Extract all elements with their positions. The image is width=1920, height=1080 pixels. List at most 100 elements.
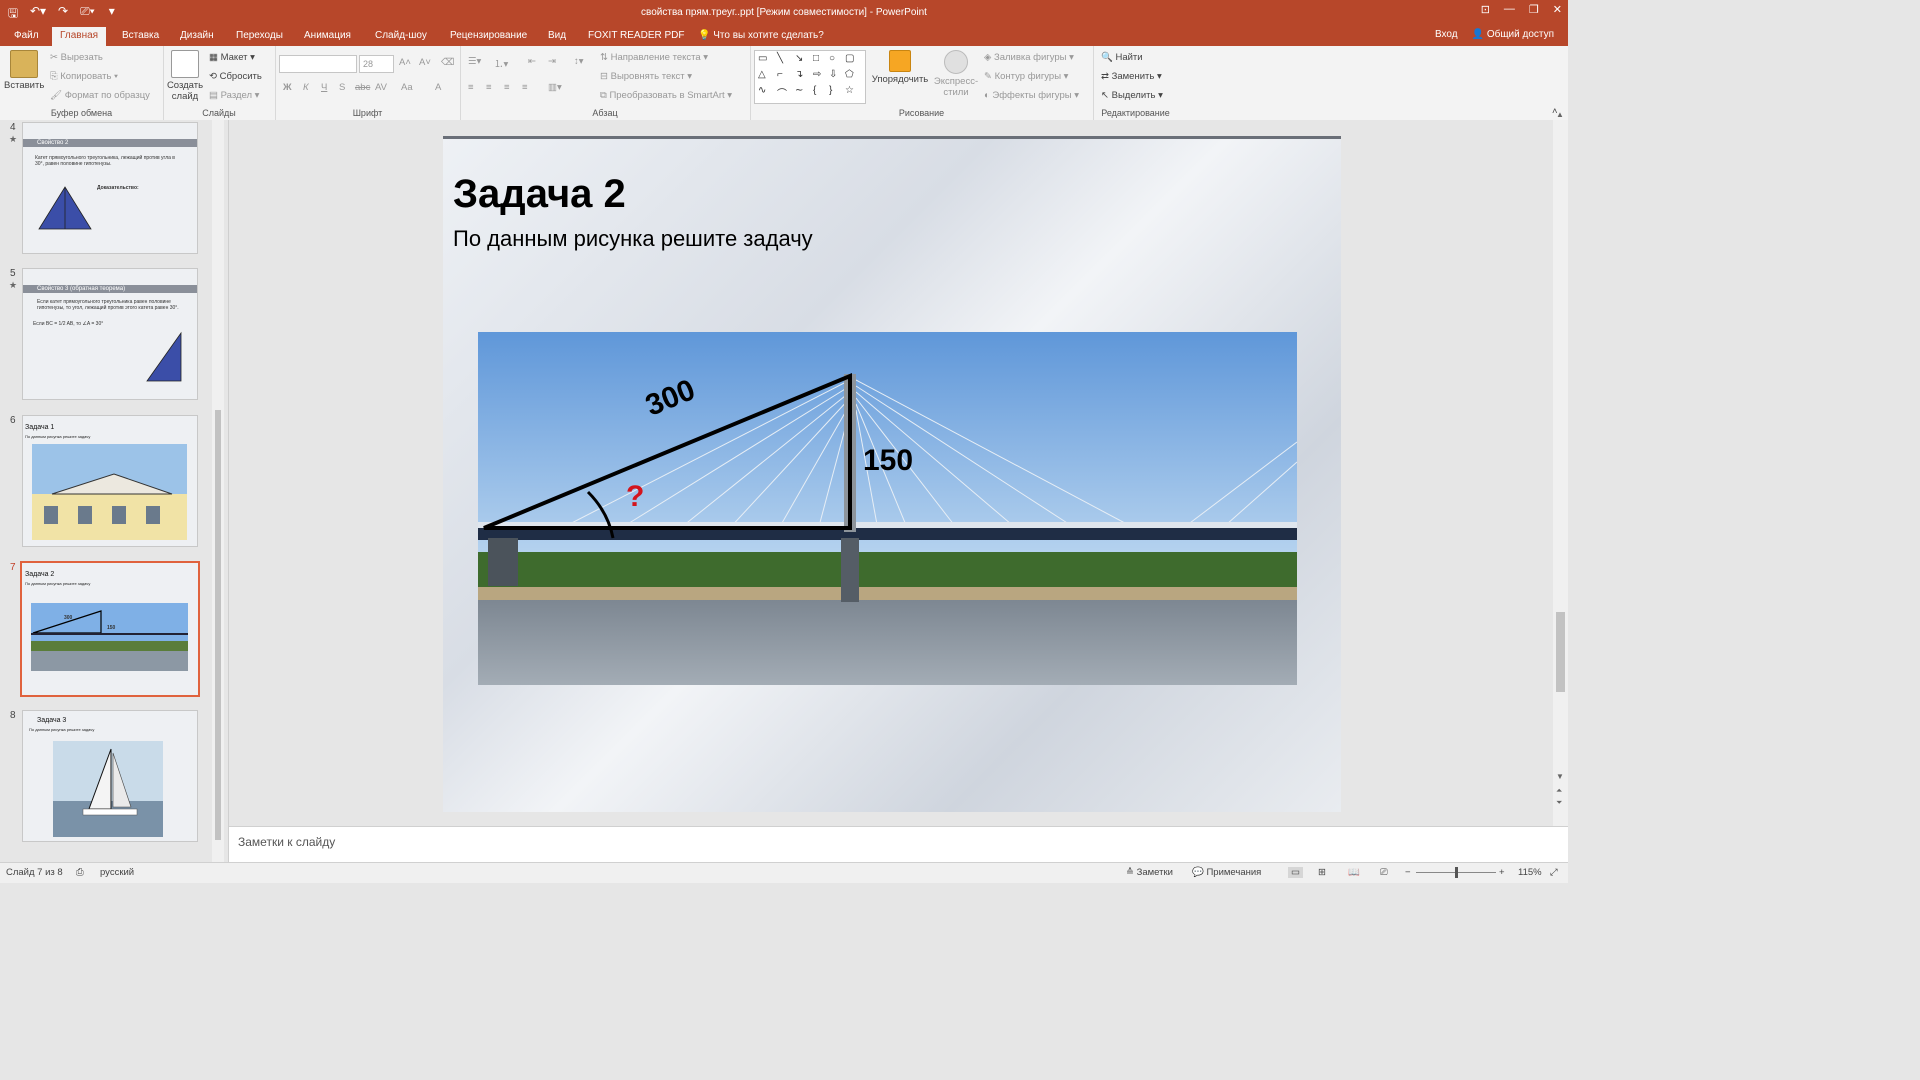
slide-thumbnail-4[interactable]: Свойство 2 Катет прямоугольного треуголь…: [22, 122, 198, 254]
numbering-icon[interactable]: ⒈▾: [494, 56, 508, 70]
cut-button[interactable]: ✂ Вырезать: [50, 52, 103, 63]
bullets-icon[interactable]: ☰▾: [468, 56, 481, 67]
tab-view[interactable]: Вид: [540, 29, 574, 46]
shape-outline-button[interactable]: ✎ Контур фигуры ▾: [984, 71, 1068, 82]
scroll-down-icon[interactable]: ▼: [1556, 772, 1564, 781]
wave-shape-icon[interactable]: ∼: [795, 85, 803, 96]
align-left-icon[interactable]: ≡: [468, 82, 474, 93]
thumbnail-scroll-thumb[interactable]: [215, 410, 221, 840]
align-text-button[interactable]: ⊟ Выровнять текст ▾: [600, 71, 692, 82]
zoom-slider-thumb[interactable]: [1455, 867, 1458, 878]
curve-shape-icon[interactable]: ∿: [758, 85, 766, 96]
strikethrough-button[interactable]: abc: [355, 82, 370, 93]
quick-styles-button[interactable]: Экспресс- стили: [928, 50, 984, 98]
font-name-box[interactable]: [279, 55, 357, 73]
underline-button[interactable]: Ч: [321, 82, 327, 93]
notes-placeholder[interactable]: Заметки к слайду: [238, 835, 335, 849]
format-painter-button[interactable]: 🖌 Формат по образцу: [50, 90, 150, 101]
question-mark[interactable]: ?: [626, 480, 644, 514]
line-spacing-icon[interactable]: ↕▾: [574, 56, 584, 67]
slide-scrollbar[interactable]: ▲ ▼ ⏶ ⏷: [1553, 110, 1568, 826]
italic-button[interactable]: К: [303, 82, 309, 93]
thumbnail-scrollbar[interactable]: [212, 120, 224, 862]
fit-slide-icon[interactable]: ⤢: [1550, 867, 1558, 878]
arc-shape-icon[interactable]: ⌒: [777, 85, 787, 100]
section-button[interactable]: ▤ Раздел ▾: [209, 90, 259, 101]
textbox-shape-icon[interactable]: ▭: [758, 53, 767, 64]
triangle-shape-icon[interactable]: △: [758, 69, 766, 80]
shadow-button[interactable]: S: [339, 82, 345, 93]
slide-subtitle[interactable]: По данным рисунка решите задачу: [453, 226, 813, 252]
slide-scroll-thumb[interactable]: [1556, 612, 1565, 692]
oval-shape-icon[interactable]: ○: [829, 53, 835, 64]
restore-icon[interactable]: ❐: [1529, 3, 1539, 16]
slide-title[interactable]: Задача 2: [453, 172, 626, 217]
text-direction-button[interactable]: ⇅ Направление текста ▾: [600, 52, 708, 63]
tab-home[interactable]: Главная: [52, 27, 107, 46]
arrange-button[interactable]: Упорядочить: [868, 50, 932, 85]
new-slide-button[interactable]: Создать слайд: [165, 50, 205, 102]
minimize-icon[interactable]: —: [1504, 3, 1515, 16]
sign-in-link[interactable]: Вход: [1435, 29, 1458, 40]
leg-label[interactable]: 150: [863, 444, 913, 478]
shape-fill-button[interactable]: ◈ Заливка фигуры ▾: [984, 52, 1074, 63]
slide-thumbnail-7[interactable]: Задача 2 По данным рисунка решите задачу…: [20, 561, 200, 697]
tab-slideshow[interactable]: Слайд-шоу: [367, 29, 435, 46]
scroll-up-icon[interactable]: ▲: [1556, 110, 1564, 119]
current-slide[interactable]: Задача 2 По данным рисунка решите задачу: [443, 136, 1341, 812]
shrink-font-icon[interactable]: A˅: [419, 57, 431, 68]
font-size-box[interactable]: 28: [359, 55, 394, 73]
smartart-button[interactable]: ⧉ Преобразовать в SmartArt ▾: [600, 90, 732, 101]
select-button[interactable]: ↖ Выделить ▾: [1101, 90, 1163, 101]
tab-transitions[interactable]: Переходы: [228, 29, 291, 46]
shape-effects-button[interactable]: ◐ Эффекты фигуры ▾: [984, 90, 1079, 101]
tab-file[interactable]: Файл: [6, 29, 47, 46]
reset-button[interactable]: ⟲ Сбросить: [209, 71, 262, 82]
right-arrow-shape-icon[interactable]: ⇨: [813, 69, 821, 80]
align-right-icon[interactable]: ≡: [504, 82, 510, 93]
normal-view-icon[interactable]: ▭: [1288, 867, 1303, 878]
previous-slide-icon[interactable]: ⏶: [1556, 786, 1562, 796]
find-button[interactable]: 🔍 Найти: [1101, 52, 1143, 63]
tell-me-box[interactable]: 💡 Что вы хотите сделать?: [690, 29, 832, 46]
close-icon[interactable]: ✕: [1553, 3, 1562, 16]
spellcheck-icon[interactable]: ⎙: [76, 867, 84, 878]
tab-review[interactable]: Рецензирование: [442, 29, 535, 46]
char-spacing-button[interactable]: AV: [375, 82, 387, 93]
next-slide-icon[interactable]: ⏷: [1556, 798, 1562, 808]
replace-button[interactable]: ⇄ Заменить ▾: [1101, 71, 1162, 82]
notes-toggle-button[interactable]: ≙ Заметки: [1126, 867, 1173, 878]
arrow-line-shape-icon[interactable]: ↘: [795, 53, 803, 64]
zoom-level[interactable]: 115%: [1518, 867, 1542, 878]
tab-animations[interactable]: Анимация: [296, 29, 359, 46]
layout-button[interactable]: ▦ Макет ▾: [209, 52, 255, 63]
bridge-photo[interactable]: [478, 332, 1297, 685]
reading-view-icon[interactable]: 📖: [1348, 867, 1360, 878]
slide-thumbnail-5[interactable]: Свойство 3 (обратная теорема) Если катет…: [22, 268, 198, 400]
brace-right-shape-icon[interactable]: }: [829, 85, 832, 96]
rounded-rect-shape-icon[interactable]: ▢: [845, 53, 854, 64]
notes-pane[interactable]: Заметки к слайду: [229, 826, 1568, 863]
slideshow-view-icon[interactable]: ⎚: [1380, 867, 1388, 878]
bold-button[interactable]: Ж: [283, 82, 292, 93]
elbow-shape-icon[interactable]: ↴: [795, 69, 803, 80]
tab-insert[interactable]: Вставка: [114, 29, 167, 46]
shapes-gallery[interactable]: ▭ ╲ ↘ □ ○ ▢ △ ⌐ ↴ ⇨ ⇩ ⬠ ∿ ⌒ ∼ { } ☆: [754, 50, 866, 104]
slide-sorter-icon[interactable]: ⊞: [1318, 867, 1326, 878]
freeform-shape-icon[interactable]: ⬠: [845, 69, 854, 80]
line-shape-icon[interactable]: ╲: [777, 53, 783, 64]
columns-icon[interactable]: ▥▾: [548, 82, 562, 93]
zoom-out-icon[interactable]: −: [1405, 867, 1411, 878]
align-center-icon[interactable]: ≡: [486, 82, 492, 93]
slide-thumbnail-8[interactable]: Задача 3 По данным рисунка решите задачу: [22, 710, 198, 842]
zoom-in-icon[interactable]: +: [1499, 867, 1505, 878]
justify-icon[interactable]: ≡: [522, 82, 528, 93]
brace-left-shape-icon[interactable]: {: [813, 85, 816, 96]
connector-shape-icon[interactable]: ⌐: [777, 69, 783, 80]
star-shape-icon[interactable]: ☆: [845, 85, 854, 96]
comments-toggle-button[interactable]: 💬 Примечания: [1192, 867, 1261, 878]
tab-design[interactable]: Дизайн: [172, 29, 222, 46]
ribbon-display-options-icon[interactable]: ⊡: [1481, 3, 1490, 16]
slide-thumbnail-6[interactable]: Задача 1 По данным рисунка решите задачу: [22, 415, 198, 547]
copy-button[interactable]: ⎘ Копировать ▾: [50, 71, 118, 82]
